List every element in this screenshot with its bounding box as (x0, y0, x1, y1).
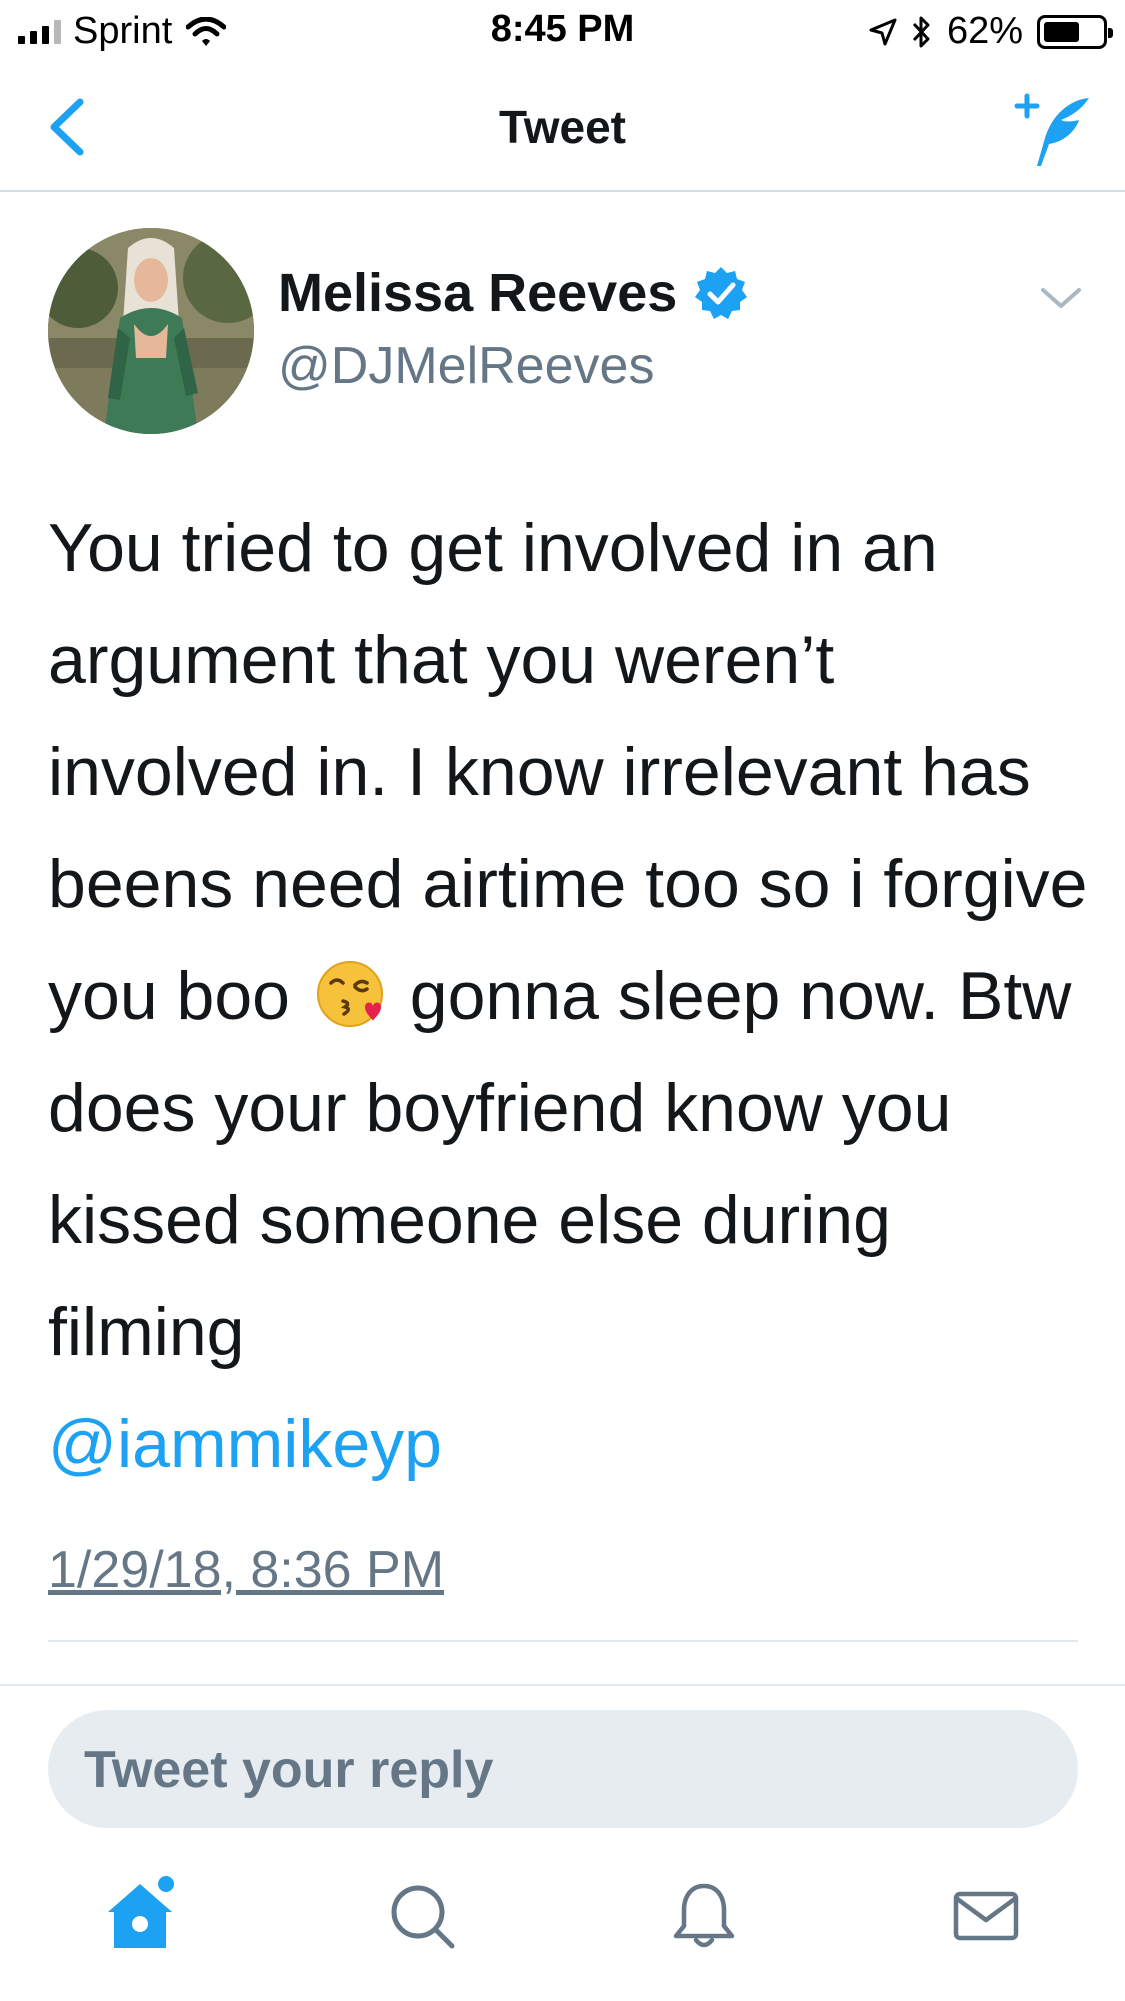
divider (48, 1640, 1078, 1642)
user-handle[interactable]: @DJMelReeves (278, 336, 654, 396)
display-name-row[interactable]: Melissa Reeves (278, 262, 749, 324)
location-arrow-icon (869, 18, 897, 45)
display-name[interactable]: Melissa Reeves (278, 262, 677, 324)
avatar[interactable] (48, 228, 254, 434)
tab-bar (0, 1856, 1125, 2001)
bell-icon[interactable] (664, 1876, 744, 1956)
compose-tweet-icon[interactable] (1011, 90, 1095, 170)
tweet-text-part-1: You tried to get involved in an argument… (48, 510, 1125, 1034)
mail-icon[interactable] (946, 1876, 1026, 1956)
verified-badge-icon (695, 267, 748, 319)
battery-percentage: 62% (946, 10, 1023, 52)
status-bar: Sprint 8:45 PM 62% (0, 0, 1125, 64)
tweet-timestamp[interactable]: 1/29/18, 8:36 PM (48, 1540, 444, 1600)
tweet-text: You tried to get involved in an argument… (48, 492, 1088, 1500)
chevron-down-icon[interactable] (1037, 280, 1085, 316)
battery-icon (1037, 14, 1113, 49)
bluetooth-icon (912, 16, 930, 47)
page-title: Tweet (499, 101, 626, 153)
profile-photo (48, 228, 254, 434)
kiss-face-emoji-icon (316, 961, 383, 1027)
home-icon[interactable] (100, 1876, 180, 1956)
reply-placeholder: Tweet your reply (84, 1741, 494, 1799)
navigation-bar: Tweet (0, 64, 1125, 192)
divider (0, 1684, 1125, 1686)
reply-input[interactable]: Tweet your reply (48, 1710, 1078, 1828)
mention-link[interactable]: @iammikeyp (48, 1406, 442, 1482)
battery-fill (1044, 21, 1079, 42)
search-icon[interactable] (382, 1876, 462, 1956)
